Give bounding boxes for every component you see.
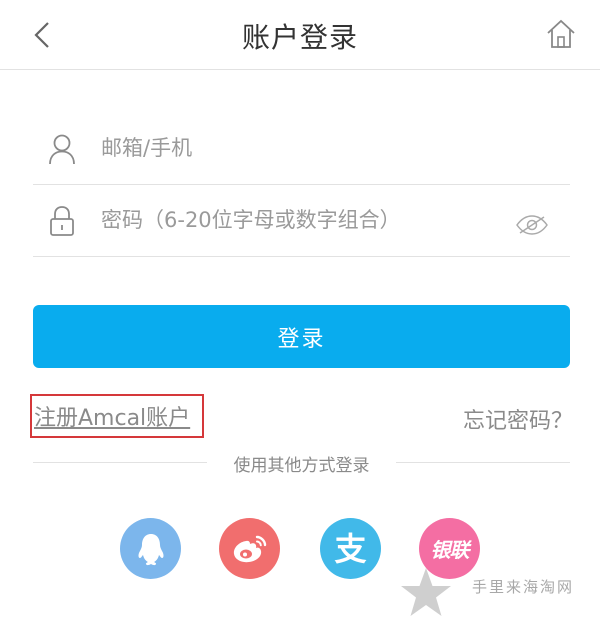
- password-visibility-toggle[interactable]: [514, 213, 550, 237]
- eye-icon: [516, 215, 548, 235]
- qq-penguin-icon: [138, 533, 163, 565]
- page-title: 账户登录: [241, 21, 358, 54]
- alipay-icon: 支: [334, 529, 367, 568]
- home-icon: [547, 19, 575, 48]
- alipay-login-button[interactable]: 支: [320, 518, 381, 579]
- divider-right: [396, 462, 570, 463]
- home-button[interactable]: [544, 17, 578, 51]
- register-link-label: 注册Amcal账户: [34, 406, 191, 431]
- email-field-row: [33, 113, 570, 185]
- login-button-label: 登录: [277, 326, 326, 352]
- user-icon: [47, 132, 77, 166]
- register-link[interactable]: 注册Amcal账户: [30, 394, 204, 438]
- password-field-row: [33, 185, 570, 257]
- password-input[interactable]: [101, 199, 501, 241]
- divider-left: [33, 462, 207, 463]
- watermark-text: 手里来海淘网: [472, 578, 575, 596]
- header-bar: 账户登录: [0, 0, 600, 70]
- qq-login-button[interactable]: [120, 518, 181, 579]
- lock-icon: [47, 204, 77, 238]
- weibo-login-button[interactable]: [219, 518, 280, 579]
- unionpay-icon: 银联: [430, 538, 470, 562]
- weibo-icon: [233, 535, 266, 562]
- email-input[interactable]: [101, 127, 501, 169]
- other-login-label: 使用其他方式登录: [233, 456, 370, 476]
- star-icon: [401, 568, 451, 616]
- forgot-password-link[interactable]: 忘记密码？: [463, 403, 573, 435]
- login-button[interactable]: 登录: [33, 305, 570, 368]
